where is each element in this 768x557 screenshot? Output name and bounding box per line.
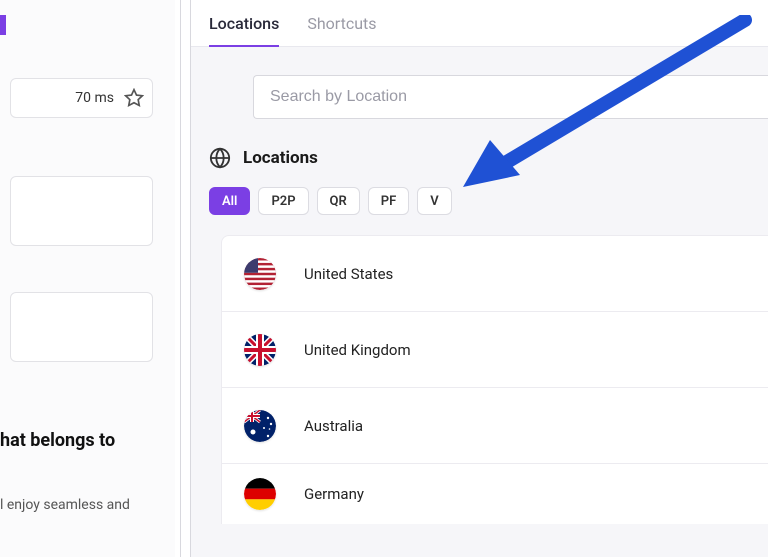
sidebar-accent [0,15,6,35]
globe-icon [209,147,231,169]
left-sidebar-fragment: 70 ms hat belongs to l enjoy seamless an… [0,0,175,557]
country-label: United States [304,265,393,283]
star-icon[interactable] [124,88,144,108]
list-item[interactable]: United States [222,236,768,312]
chip-p2p[interactable]: P2P [258,187,308,215]
latency-card[interactable]: 70 ms [10,78,153,118]
country-label: Germany [304,485,364,503]
locations-header: Locations [209,147,768,169]
list-item[interactable]: Australia [222,388,768,464]
list-item[interactable]: Germany [222,464,768,524]
filter-chips: All P2P QR PF V [209,187,768,215]
sidebar-card[interactable] [10,292,153,362]
sidebar-sub-fragment: l enjoy seamless and [0,495,130,516]
main-content: Locations All P2P QR PF V [191,47,768,524]
sidebar-card[interactable] [10,176,153,246]
search-input[interactable] [270,88,768,106]
flag-de-icon [244,478,276,510]
flag-uk-icon [244,334,276,366]
chip-qr[interactable]: QR [317,187,360,215]
flag-au-icon [244,410,276,442]
tab-locations[interactable]: Locations [209,14,279,47]
chip-all[interactable]: All [209,187,250,215]
flag-us-icon [244,258,276,290]
search-box[interactable] [253,75,768,119]
tab-bar: Locations Shortcuts [191,0,768,47]
divider [180,0,181,557]
latency-value: 70 ms [75,90,114,106]
tab-shortcuts[interactable]: Shortcuts [307,14,376,46]
list-item[interactable]: United Kingdom [222,312,768,388]
sidebar-heading-fragment: hat belongs to [0,430,115,451]
chip-pf[interactable]: PF [368,187,410,215]
locations-title: Locations [243,148,318,168]
main-panel: Locations Shortcuts Locations All P2P QR… [191,0,768,557]
country-list: United States United Kingdom [221,235,768,524]
country-label: Australia [304,417,363,435]
country-label: United Kingdom [304,341,411,359]
chip-v[interactable]: V [417,187,451,215]
